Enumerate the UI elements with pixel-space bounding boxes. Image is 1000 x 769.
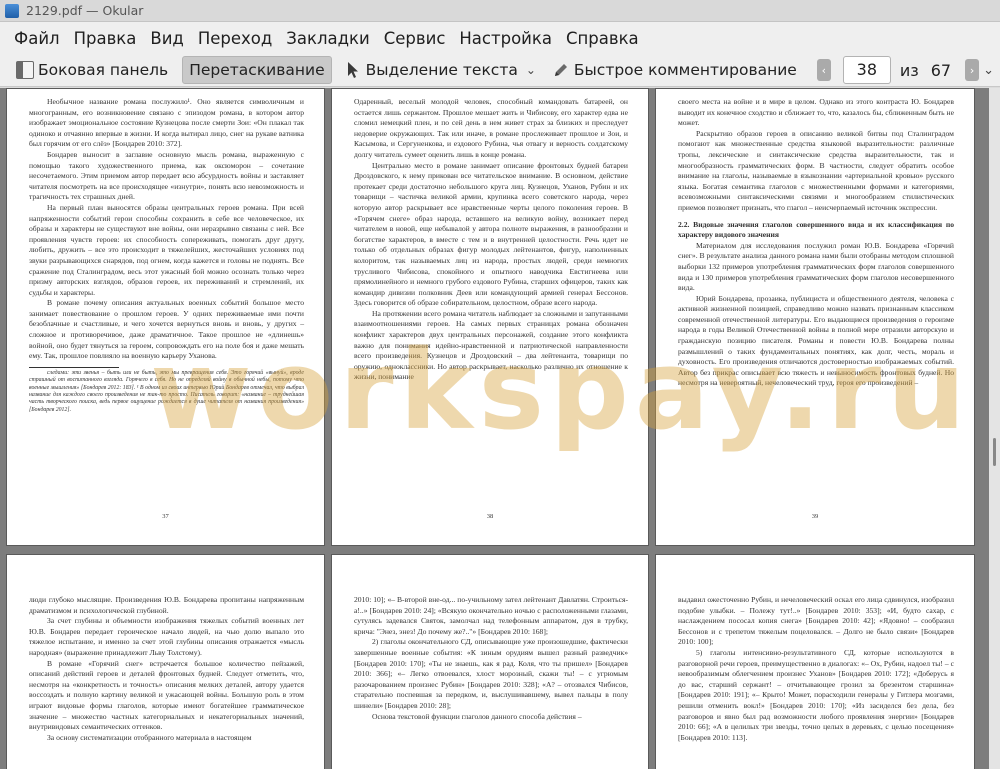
quick-annotation-button[interactable]: Быстрое комментирование — [546, 56, 803, 84]
page40-paragraph: В романе «Горячий снег» встречается боль… — [29, 658, 304, 732]
menu-go[interactable]: Переход — [192, 29, 280, 48]
browse-tool-label: Перетаскивание — [189, 61, 325, 79]
quick-annotation-label: Быстрое комментирование — [573, 61, 797, 79]
page37-number: 37 — [162, 513, 169, 521]
page39-number: 39 — [811, 513, 819, 521]
menu-help[interactable]: Справка — [560, 29, 647, 48]
sidebar-icon — [16, 61, 34, 79]
page-number-input[interactable]: 38 — [842, 56, 891, 84]
toolbar-overflow-icon[interactable]: ⌄ — [983, 63, 994, 78]
page-total-label: 67 — [930, 60, 952, 80]
document-page-42: выдавил ожесточенно Рубин, и нечеловечес… — [655, 554, 975, 769]
document-page-38: Одаренный, веселый молодой человек, спос… — [331, 88, 649, 546]
page40-paragraph: За основу систематизации отобранного мат… — [47, 732, 252, 742]
document-viewport[interactable]: Необычное название романа послужило¹. Он… — [0, 88, 989, 769]
page37-paragraph: Необычное название романа послужило¹. Он… — [29, 97, 304, 149]
page41-paragraph: 2010: 10]; «– В-второй вне-од... по-учил… — [354, 595, 628, 636]
document-page-41: 2010: 10]; «– В-второй вне-од... по-учил… — [331, 554, 649, 769]
chevron-down-icon[interactable]: ⌄ — [526, 63, 536, 77]
page40-paragraph: За счет глубины и объемности изображения… — [29, 616, 304, 657]
sidebar-toggle-button[interactable]: Боковая панель — [10, 56, 174, 84]
menu-tools[interactable]: Сервис — [378, 29, 454, 48]
page39-paragraph: Юрий Бондарева, прозаика, публициста и о… — [678, 293, 954, 388]
text-selection-tool-label: Выделение текста — [365, 61, 518, 79]
page37-paragraph: На первый план выносятся образы централь… — [29, 202, 304, 297]
previous-page-arrow-icon[interactable]: ‹ — [816, 59, 831, 81]
page39-paragraph: Материалом для исследования послужил ром… — [678, 240, 954, 293]
menu-bookmarks[interactable]: Закладки — [280, 29, 377, 48]
page39-section-heading: 2.2. Видовые значения глаголов совершенн… — [678, 219, 954, 240]
page37-paragraph: В романе почему описания актуальных воен… — [29, 298, 304, 361]
vertical-scrollbar[interactable] — [989, 88, 1000, 769]
page38-paragraph: Одаренный, веселый молодой человек, спос… — [354, 97, 628, 159]
page41-paragraph: Основа текстовой функции глаголов данног… — [372, 711, 582, 721]
main-toolbar: Боковая панель Перетаскивание Выделение … — [0, 54, 1000, 87]
page41-paragraph: 2) глаголы окончательного СД, описывающи… — [354, 637, 628, 710]
sidebar-toggle-label: Боковая панель — [38, 61, 169, 79]
menu-file[interactable]: Файл — [8, 29, 68, 48]
page37-paragraph: Бондарев выносит в заглавие основную мыс… — [29, 149, 304, 202]
menu-view[interactable]: Вид — [144, 29, 191, 48]
next-page-arrow-icon[interactable]: › — [965, 59, 980, 81]
menu-edit[interactable]: Правка — [68, 29, 145, 48]
page42-paragraph: 5) глаголы интенсивно-результативного СД… — [678, 647, 954, 742]
page38-paragraph: Центрально место в романе занимает описа… — [354, 160, 628, 308]
okular-app-icon — [5, 3, 19, 18]
cursor-icon — [344, 61, 362, 79]
page37-footnote: следами: эти звенья – быть или не быть, … — [29, 369, 304, 413]
page40-paragraph: люди глубоко мыслящие. Произведения Ю.В.… — [29, 595, 304, 615]
browse-tool-button[interactable]: Перетаскивание — [182, 56, 332, 84]
pen-icon — [552, 61, 570, 79]
page39-paragraph: Раскрытию образов героев в описанию вели… — [678, 128, 954, 212]
menu-settings[interactable]: Настройка — [453, 29, 560, 48]
page39-paragraph: своего места на войне и в мире в целом. … — [678, 97, 954, 128]
page42-paragraph: выдавил ожесточенно Рубин, и нечеловечес… — [678, 595, 954, 647]
window-titlebar: 2129.pdf — Okular — [0, 0, 1000, 22]
page38-number: 38 — [486, 513, 494, 521]
document-page-39: своего места на войне и в мире в целом. … — [655, 88, 975, 546]
text-selection-tool-button[interactable]: Выделение текста ⌄ — [338, 56, 542, 84]
page-of-label: из — [899, 60, 919, 80]
footnote-rule — [29, 366, 119, 368]
document-page-37: Необычное название романа послужило¹. Он… — [6, 88, 325, 546]
page38-paragraph: На протяжении всего романа читатель набл… — [354, 308, 628, 382]
menubar: Файл Правка Вид Переход Закладки Сервис … — [0, 22, 1000, 54]
window-title: 2129.pdf — Okular — [26, 3, 144, 18]
scrollbar-thumb[interactable] — [993, 438, 996, 466]
document-page-40: люди глубоко мыслящие. Произведения Ю.В.… — [6, 554, 325, 769]
